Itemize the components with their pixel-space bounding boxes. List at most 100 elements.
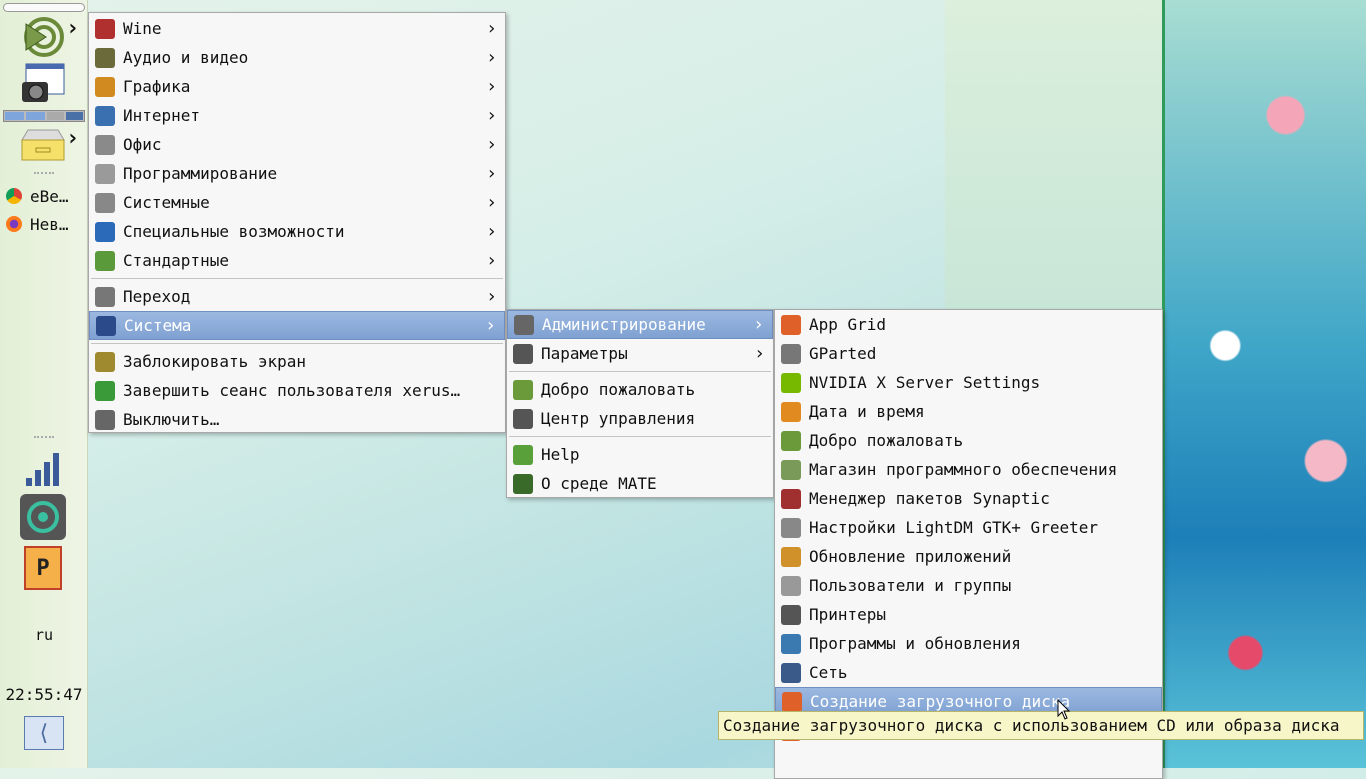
menu-item-control-center[interactable]: Центр управления — [507, 404, 773, 433]
clock[interactable]: 22:55:47 — [0, 683, 88, 705]
menu-item-label: Пользователи и группы — [809, 576, 1012, 595]
menu-item-synaptic[interactable]: Менеджер пакетов Synaptic — [775, 484, 1162, 513]
drawer-icon[interactable] — [20, 128, 66, 162]
menu-item-multimedia[interactable]: Аудио и видео › — [89, 43, 505, 72]
screenshot-app-icon[interactable] — [20, 62, 66, 106]
control-center-icon — [513, 408, 533, 429]
show-desktop-button[interactable]: ⟨ — [24, 716, 64, 750]
menu-item-mate[interactable]: О среде MATE — [507, 469, 773, 498]
menu-item-label: Системные — [123, 193, 210, 212]
accessibility-icon — [95, 221, 115, 242]
software-sources-icon — [781, 633, 801, 654]
panel-handle[interactable] — [3, 3, 85, 12]
menu-item-label: Принтеры — [809, 605, 887, 624]
chevron-right-icon: › — [485, 315, 496, 336]
menu-item-label: Магазин программного обеспечения — [809, 460, 1118, 479]
workspace-3[interactable] — [46, 112, 64, 120]
synaptic-icon — [781, 488, 801, 509]
workspace-switcher[interactable] — [3, 110, 85, 122]
folder-icon — [95, 286, 115, 307]
menu-item-label: Переход — [123, 287, 191, 306]
administration-icon — [514, 314, 534, 335]
workspace-2[interactable] — [25, 112, 45, 120]
menu-item-office[interactable]: Офис › — [89, 130, 505, 159]
accessories-icon — [95, 250, 115, 271]
menu-item-label: Программы и обновления — [809, 634, 1021, 653]
sync-app-icon[interactable] — [20, 494, 66, 540]
menu-item-label: Настройки LightDM GTK+ Greeter — [809, 518, 1098, 537]
menu-item-label: Сеть — [809, 663, 848, 682]
separator-handle — [34, 172, 54, 176]
menu-item-label: О среде MATE — [541, 474, 657, 493]
welcome-icon — [781, 430, 801, 451]
menu-item-software-store[interactable]: Магазин программного обеспечения — [775, 455, 1162, 484]
menu-item-logout[interactable]: Завершить сеанс пользователя xerus… — [89, 376, 505, 405]
chevron-right-icon: › — [753, 314, 764, 335]
menu-item-welcome[interactable]: Добро пожаловать — [507, 375, 773, 404]
parking-app-icon[interactable]: P — [24, 546, 62, 590]
chevron-right-icon: › — [486, 250, 497, 271]
menu-item-administration[interactable]: Администрирование › — [507, 310, 773, 339]
menu-item-app-grid[interactable]: App Grid — [775, 310, 1162, 339]
chevron-right-icon: › — [486, 47, 497, 68]
menu-item-internet[interactable]: Интернет › — [89, 101, 505, 130]
task-label: Нев… — [30, 214, 69, 234]
chevron-right-icon: › — [66, 126, 80, 151]
menu-item-accessibility[interactable]: Специальные возможности › — [89, 217, 505, 246]
separator-handle — [34, 436, 54, 440]
menu-item-label: Создание загрузочного диска — [810, 692, 1071, 711]
mouse-cursor-icon — [1057, 699, 1071, 720]
menu-item-programming[interactable]: Программирование › — [89, 159, 505, 188]
network-signal-icon[interactable] — [24, 450, 64, 488]
menu-item-date-time[interactable]: Дата и время — [775, 397, 1162, 426]
menu-item-label: Выключить… — [123, 410, 220, 429]
menu-item-label: Заблокировать экран — [123, 352, 307, 371]
menu-item-lightdm[interactable]: Настройки LightDM GTK+ Greeter — [775, 513, 1162, 542]
menu-item-users[interactable]: Пользователи и группы — [775, 571, 1162, 600]
menu-item-help[interactable]: Help — [507, 440, 773, 469]
chevron-right-icon: › — [486, 221, 497, 242]
menu-item-graphics[interactable]: Графика › — [89, 72, 505, 101]
chevron-right-icon: › — [754, 343, 765, 364]
menu-item-preferences[interactable]: Параметры › — [507, 339, 773, 368]
task-chrome[interactable]: eBe… — [6, 186, 69, 206]
internet-icon — [95, 105, 115, 126]
menu-item-network[interactable]: Сеть — [775, 658, 1162, 687]
menu-item-shutdown[interactable]: Выключить… — [89, 405, 505, 434]
chevron-right-icon: › — [486, 286, 497, 307]
menu-item-welcome[interactable]: Добро пожаловать — [775, 426, 1162, 455]
menu-separator — [91, 278, 503, 279]
menu-item-label: Стандартные — [123, 251, 229, 270]
wallpaper — [945, 0, 1162, 310]
mate-menu-icon[interactable] — [20, 16, 64, 58]
menu-item-computer[interactable]: Система › — [89, 311, 505, 340]
shutdown-icon — [95, 409, 115, 430]
menu-item-printer[interactable]: Принтеры — [775, 600, 1162, 629]
computer-icon — [96, 315, 116, 336]
menu-item-label: Центр управления — [541, 409, 696, 428]
menu-item-nvidia[interactable]: NVIDIA X Server Settings — [775, 368, 1162, 397]
workspace-1[interactable] — [5, 112, 24, 120]
chevron-right-icon: › — [486, 18, 497, 39]
menu-item-lock-screen[interactable]: Заблокировать экран — [89, 347, 505, 376]
workspace-4[interactable] — [65, 112, 83, 120]
menu-item-system-tools[interactable]: Системные › — [89, 188, 505, 217]
lock-screen-icon — [95, 351, 115, 372]
menu-separator — [509, 436, 771, 437]
software-store-icon — [781, 459, 801, 480]
menu-item-wine[interactable]: Wine › — [89, 14, 505, 43]
update-icon — [781, 546, 801, 567]
menu-item-folder[interactable]: Переход › — [89, 282, 505, 311]
menu-item-label: Добро пожаловать — [809, 431, 964, 450]
menu-separator — [91, 343, 503, 344]
menu-item-gparted[interactable]: GParted — [775, 339, 1162, 368]
keyboard-layout-indicator[interactable]: ru — [0, 624, 88, 646]
task-label: eBe… — [30, 186, 69, 206]
menu-item-label: Интернет — [123, 106, 201, 125]
office-icon — [95, 134, 115, 155]
chevron-right-icon: › — [486, 163, 497, 184]
menu-item-software-sources[interactable]: Программы и обновления — [775, 629, 1162, 658]
menu-item-accessories[interactable]: Стандартные › — [89, 246, 505, 275]
task-firefox[interactable]: Нев… — [6, 214, 69, 234]
menu-item-update[interactable]: Обновление приложений — [775, 542, 1162, 571]
